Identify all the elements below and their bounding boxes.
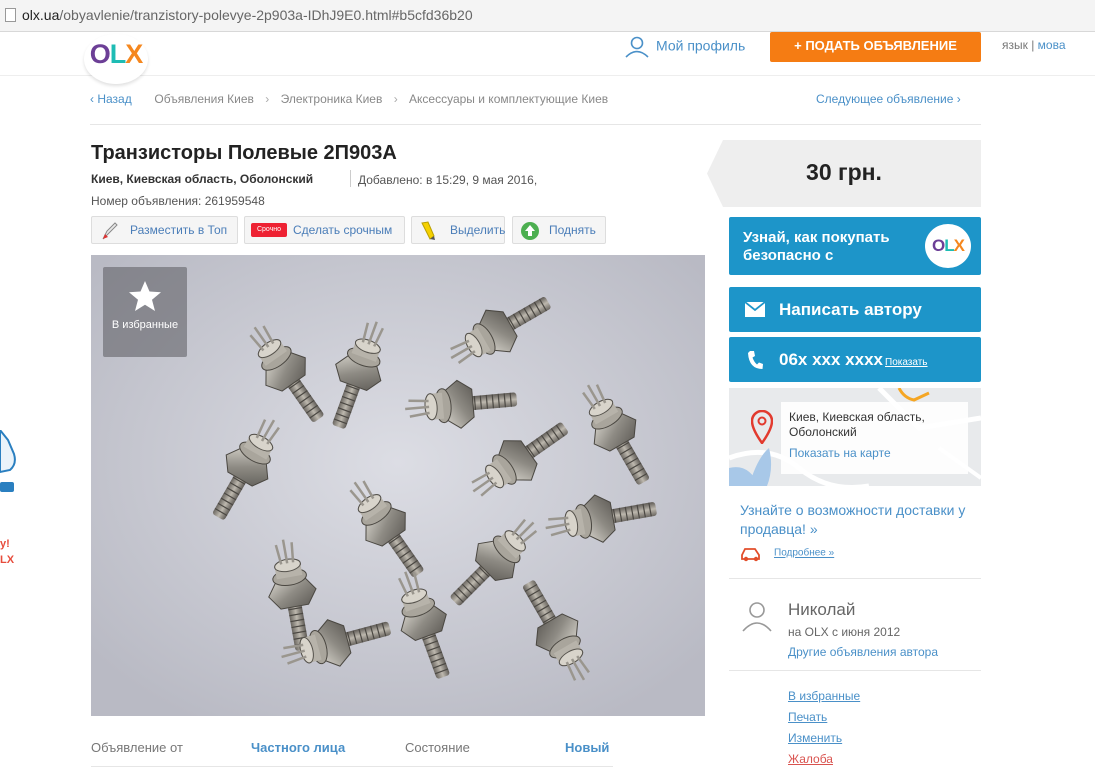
side-promo-banner[interactable]: у! LX bbox=[0, 428, 18, 570]
olx-logo: OLX bbox=[925, 224, 971, 268]
chevron-right-icon: › bbox=[265, 92, 270, 106]
highlight-button[interactable]: Выделить bbox=[411, 216, 505, 244]
divider bbox=[91, 766, 613, 767]
message-author-button[interactable]: Написать автору bbox=[729, 287, 981, 332]
ad-utility-links: В избранные Печать Изменить Жалоба bbox=[788, 686, 860, 770]
my-profile-link[interactable]: Мой профиль bbox=[624, 36, 745, 58]
olx-logo[interactable]: OLX bbox=[84, 34, 148, 84]
show-on-map-link[interactable]: Показать на карте bbox=[789, 446, 891, 460]
detail-value[interactable]: Частного лица bbox=[251, 740, 345, 755]
post-ad-button[interactable]: + ПОДАТЬ ОБЪЯВЛЕНИЕ bbox=[770, 32, 981, 62]
promote-top-button[interactable]: Разместить в Топ bbox=[91, 216, 238, 244]
price-value: 30 грн. bbox=[806, 159, 882, 185]
page-icon bbox=[5, 8, 16, 22]
lang-label: язык bbox=[1002, 38, 1028, 52]
price-box: 30 грн. bbox=[707, 140, 981, 207]
post-ad-label: ПОДАТЬ ОБЪЯВЛЕНИЕ bbox=[805, 38, 957, 53]
delivery-info-link[interactable]: Узнайте о возможности доставки у продавц… bbox=[740, 501, 980, 539]
favorite-label: В избранные bbox=[111, 319, 179, 331]
location-map[interactable]: Киев, Киевская область, Оболонский Показ… bbox=[729, 388, 981, 486]
seller-since: на OLX с июня 2012 bbox=[788, 625, 901, 639]
promo-text: LX bbox=[0, 554, 15, 566]
arrow-up-icon bbox=[521, 222, 539, 240]
site-header: OLX Мой профиль + ПОДАТЬ ОБЪЯВЛЕНИЕ язык… bbox=[0, 32, 1095, 84]
add-to-favorites-button[interactable]: В избранные bbox=[103, 267, 187, 357]
highlighter-icon bbox=[421, 221, 435, 240]
lang-ukrainian-link[interactable]: мова bbox=[1038, 38, 1066, 52]
safe-buy-text: Узнай, как покупать безопасно с bbox=[743, 229, 890, 264]
seller-avatar-icon bbox=[742, 602, 772, 632]
user-icon bbox=[625, 36, 649, 58]
star-icon bbox=[129, 281, 161, 311]
print-link[interactable]: Печать bbox=[788, 707, 860, 728]
show-phone-button[interactable]: 06x xxx xxxx Показать bbox=[729, 337, 981, 382]
browser-url-bar[interactable]: olx.ua/obyavlenie/tranzistory-polevye-2p… bbox=[0, 0, 1095, 32]
detail-label: Состояние bbox=[405, 740, 470, 755]
rocket-icon bbox=[102, 222, 118, 240]
bump-up-button[interactable]: Поднять bbox=[512, 216, 606, 244]
ad-photo[interactable]: В избранные bbox=[91, 255, 705, 716]
phone-icon bbox=[748, 351, 763, 369]
urgent-tag-icon: Срочно bbox=[251, 223, 287, 237]
breadcrumb-item-ads-kiev[interactable]: Объявления Киев bbox=[154, 92, 254, 106]
divider bbox=[729, 578, 981, 579]
report-link[interactable]: Жалоба bbox=[788, 749, 860, 770]
chevron-right-icon: › bbox=[956, 92, 961, 106]
divider bbox=[90, 124, 981, 125]
url-text[interactable]: olx.ua/obyavlenie/tranzistory-polevye-2p… bbox=[22, 7, 473, 23]
divider bbox=[350, 170, 351, 187]
map-pin-icon bbox=[751, 410, 773, 444]
ad-added-date: Добавлено: в 15:29, 9 мая 2016, bbox=[358, 173, 538, 187]
ad-title: Транзисторы Полевые 2П903А bbox=[91, 142, 397, 164]
detail-value[interactable]: Новый bbox=[565, 740, 609, 755]
seller-other-ads-link[interactable]: Другие объявления автора bbox=[788, 645, 938, 659]
ad-number: Номер объявления: 261959548 bbox=[91, 194, 265, 208]
my-profile-label: Мой профиль bbox=[656, 37, 746, 54]
more-details-link[interactable]: Подробнее » bbox=[740, 543, 834, 563]
delivery-car-icon bbox=[741, 548, 760, 562]
breadcrumb: ‹ Назад Объявления Киев › Электроника Ки… bbox=[90, 92, 608, 106]
promo-figure-icon bbox=[0, 428, 16, 492]
ad-location[interactable]: Киев, Киевская область, Оболонский bbox=[91, 172, 313, 186]
detail-label: Объявление от bbox=[91, 740, 183, 755]
safe-buy-banner[interactable]: Узнай, как покупать безопасно с OLX bbox=[729, 217, 981, 275]
phone-show-link: Показать bbox=[885, 357, 928, 368]
edit-link[interactable]: Изменить bbox=[788, 728, 860, 749]
next-ad-link[interactable]: Следующее объявление › bbox=[816, 92, 961, 106]
divider bbox=[729, 670, 981, 671]
chevron-right-icon: › bbox=[393, 92, 398, 106]
back-link[interactable]: ‹ Назад bbox=[90, 92, 132, 106]
add-favorites-link[interactable]: В избранные bbox=[788, 686, 860, 707]
chevron-left-icon: ‹ bbox=[90, 92, 94, 106]
breadcrumb-item-electronics[interactable]: Электроника Киев bbox=[281, 92, 383, 106]
make-urgent-button[interactable]: Срочно Сделать срочным bbox=[244, 216, 405, 244]
map-address: Киев, Киевская область, Оболонский bbox=[789, 410, 925, 439]
breadcrumb-item-accessories[interactable]: Аксессуары и комплектующие Киев bbox=[409, 92, 608, 106]
phone-number: 06x xxx xxxx bbox=[779, 350, 883, 369]
language-switch: язык | мова bbox=[1002, 38, 1066, 52]
seller-name: Николай bbox=[788, 600, 856, 619]
promo-text: у! bbox=[0, 538, 10, 550]
envelope-icon bbox=[745, 302, 765, 317]
